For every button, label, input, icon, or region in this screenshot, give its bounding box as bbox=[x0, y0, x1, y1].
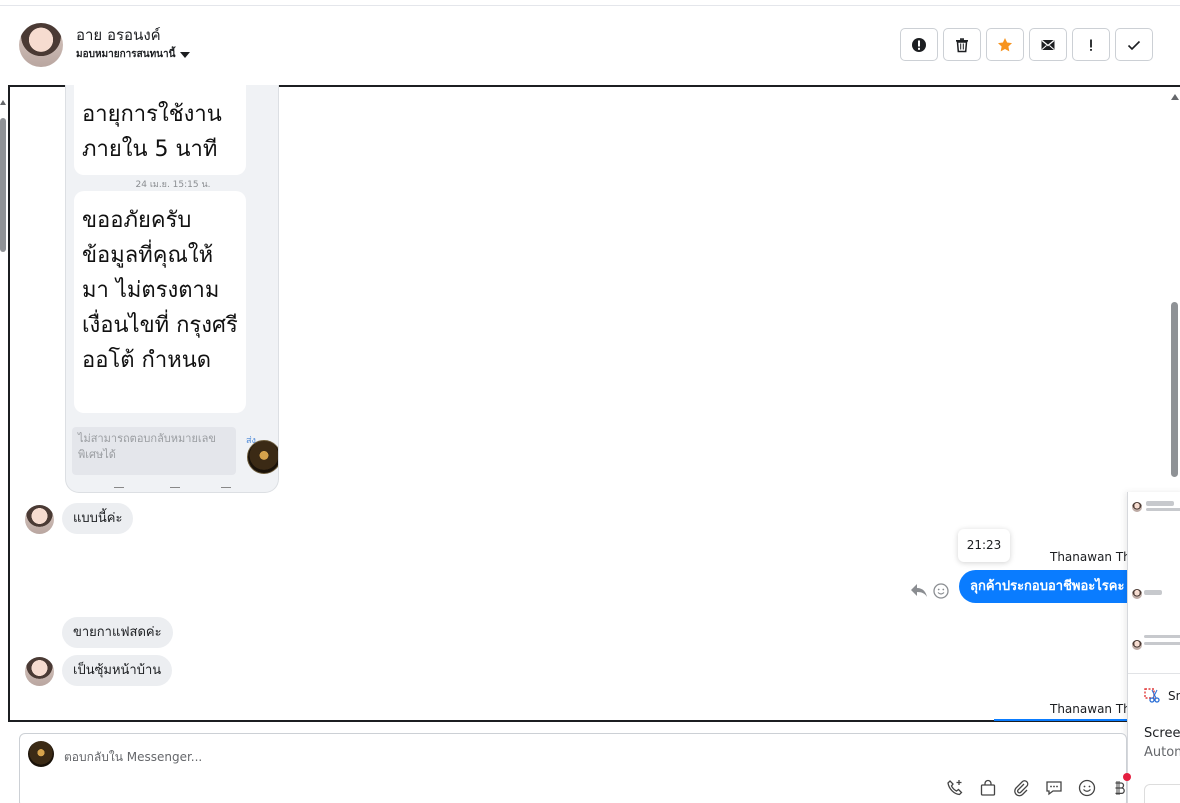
attachment-icon[interactable] bbox=[1011, 778, 1030, 797]
header-actions bbox=[900, 28, 1153, 61]
thumb-avatar bbox=[1132, 502, 1142, 512]
mark-done-button[interactable] bbox=[1115, 28, 1153, 61]
assign-label: มอบหมายการสนทนานี้ bbox=[76, 49, 176, 60]
reply-icon[interactable] bbox=[910, 582, 928, 598]
notification-dot bbox=[1123, 773, 1131, 781]
snip-notification-popup[interactable]: Sn Screen Autom bbox=[1127, 492, 1180, 803]
thumb-text bbox=[1144, 642, 1180, 645]
notification-title: Screen bbox=[1144, 726, 1180, 741]
caret-down-icon bbox=[180, 51, 191, 58]
follow-up-button[interactable] bbox=[1072, 28, 1110, 61]
notification-action-box[interactable] bbox=[1144, 784, 1180, 803]
saved-replies-icon[interactable] bbox=[1044, 778, 1063, 797]
envelope-icon bbox=[1041, 39, 1055, 50]
emoji-icon[interactable] bbox=[1077, 778, 1096, 797]
notification-subtitle: Autom bbox=[1144, 745, 1180, 760]
reply-input[interactable]: ตอบกลับใน Messenger... bbox=[64, 748, 202, 767]
react-smiley-icon[interactable] bbox=[933, 583, 949, 599]
call-add-icon[interactable] bbox=[945, 778, 964, 797]
screenshot-preview-thumbnail[interactable] bbox=[1128, 492, 1180, 674]
screenshot-bubble: อายุการใช้งาน ภายใน 5 นาที bbox=[74, 85, 246, 175]
shopping-bag-icon[interactable] bbox=[978, 778, 997, 797]
page-logo-avatar bbox=[28, 741, 54, 767]
screenshot-bubble: ขออภัยครับ ข้อมูลที่คุณให้มา ไม่ตรงตามเง… bbox=[74, 191, 246, 413]
snip-app-label: Sn bbox=[1168, 689, 1180, 703]
shared-screenshot-image[interactable]: อายุการใช้งาน ภายใน 5 นาที 24 เม.ย. 15:1… bbox=[65, 85, 279, 493]
sender-name: Thanawan Tho bbox=[1050, 550, 1139, 564]
sender-name: Thanawan Tho bbox=[1050, 702, 1139, 716]
conversation-header: อาย อรอนงค์ มอบหมายการสนทนานี้ bbox=[0, 6, 1180, 84]
conversation-scrollbar[interactable] bbox=[1169, 92, 1180, 477]
left-scrollbar[interactable] bbox=[0, 118, 6, 252]
thumb-text bbox=[1144, 635, 1180, 638]
screenshot-input-box: ไม่สามารถตอบกลับหมายเลขพิเศษได้ bbox=[72, 427, 236, 475]
trash-icon bbox=[956, 37, 968, 52]
thumb-text bbox=[1146, 501, 1174, 506]
spam-report-button[interactable] bbox=[900, 28, 938, 61]
contact-name[interactable]: อาย อรอนงค์ bbox=[76, 23, 161, 47]
screenshot-toolbar bbox=[66, 485, 278, 492]
sender-avatar[interactable] bbox=[25, 505, 54, 534]
shop-logo bbox=[247, 440, 278, 474]
message-time-tooltip: 21:23 bbox=[958, 529, 1010, 562]
scroll-up-arrow-icon[interactable] bbox=[0, 100, 6, 105]
thumb-text bbox=[1146, 508, 1180, 511]
incoming-message[interactable]: ขายกาแฟสดค่ะ bbox=[62, 617, 173, 648]
mark-unread-button[interactable] bbox=[1029, 28, 1067, 61]
assign-conversation-dropdown[interactable]: มอบหมายการสนทนานี้ bbox=[76, 47, 191, 62]
incoming-message[interactable]: เป็นซุ้มหน้าบ้าน bbox=[62, 655, 173, 686]
screenshot-timestamp: 24 เม.ย. 15:15 น. bbox=[135, 180, 211, 190]
scrollbar-thumb[interactable] bbox=[1171, 302, 1178, 477]
sender-avatar[interactable] bbox=[25, 657, 54, 686]
contact-avatar[interactable] bbox=[19, 23, 63, 67]
incoming-message[interactable]: แบบนี้ค่ะ bbox=[62, 503, 134, 534]
star-button[interactable] bbox=[986, 28, 1024, 61]
composer-toolbar bbox=[945, 778, 1129, 797]
exclamation-icon bbox=[1090, 39, 1092, 51]
delete-button[interactable] bbox=[943, 28, 981, 61]
thumb-avatar bbox=[1132, 589, 1142, 599]
checkmark-icon bbox=[1127, 40, 1141, 50]
snipping-tool-icon bbox=[1144, 688, 1160, 703]
thumb-text bbox=[1144, 590, 1162, 595]
exclamation-circle-icon bbox=[912, 37, 926, 52]
scroll-up-arrow-icon[interactable] bbox=[1171, 94, 1179, 100]
star-icon bbox=[998, 37, 1012, 51]
outgoing-message-edge bbox=[994, 719, 1134, 721]
thumb-avatar bbox=[1132, 640, 1142, 650]
